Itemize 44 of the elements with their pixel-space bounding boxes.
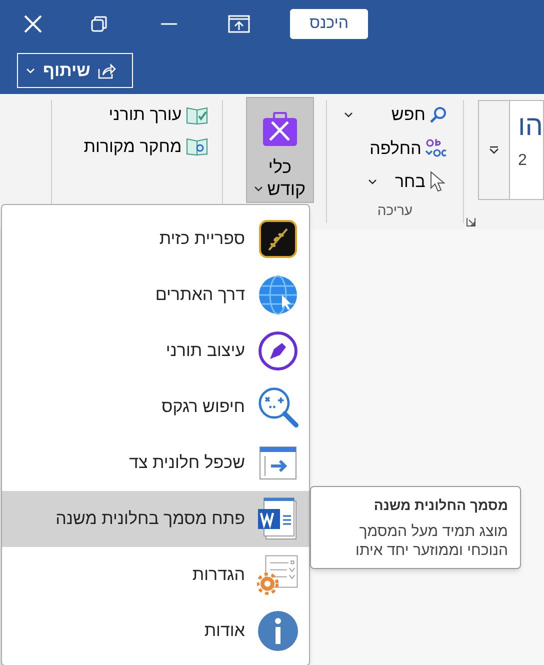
dialog-launcher-icon[interactable] (466, 217, 476, 227)
search-icon (257, 385, 299, 429)
toolbox-icon (262, 112, 298, 148)
book-icon (186, 136, 208, 156)
pen-nib-icon (258, 331, 298, 371)
menu-item[interactable]: ספריית כזית (2, 211, 309, 267)
close-icon[interactable] (22, 12, 44, 34)
menu-item[interactable]: עיצוב תורני (2, 323, 309, 379)
ribbon-command[interactable]: מחקר מקורות (84, 134, 182, 159)
chevron-down-icon (26, 68, 35, 74)
tooltip-text: מוצג תמיד מעל המסמך הנוכחי וממוזער יחד איתו (354, 522, 508, 560)
style-number: 2 (518, 151, 528, 171)
menu-item[interactable]: הגדרות (2, 547, 309, 603)
share-button[interactable]: שיתוף (17, 53, 133, 88)
menu-item[interactable]: שכפל חלונית צד (2, 435, 309, 491)
group-label: עריכה (377, 201, 413, 220)
menu-item[interactable]: דרך האתרים (2, 267, 309, 323)
style-sample[interactable]: הו (518, 109, 543, 143)
ribbon-command[interactable]: עורך תורני (108, 102, 182, 128)
globe-icon (258, 275, 298, 315)
book-icon (186, 104, 208, 125)
more-icon (488, 146, 499, 154)
menu-item[interactable]: פתח מסמך בחלונית משנה (2, 491, 309, 547)
chevron-down-icon (368, 178, 377, 185)
tooltip-title: מסמך החלונית משנה (372, 496, 508, 515)
ribbon-command[interactable]: חפש (391, 102, 426, 128)
sign-in-button[interactable]: היכנס (290, 8, 368, 38)
menu-item[interactable]: חיפוש רגקס (2, 379, 309, 435)
chevron-down-icon (254, 186, 264, 192)
cursor-icon (429, 170, 448, 193)
menu-item[interactable]: אודות (2, 603, 309, 659)
chevron-down-icon (344, 112, 354, 118)
search-icon (429, 106, 448, 124)
holy-tools-button[interactable]: כלי קודש (246, 97, 314, 203)
replace-icon (425, 137, 448, 160)
ribbon-command[interactable]: בחר (394, 169, 426, 194)
minimize-icon[interactable] (160, 22, 178, 26)
info-icon (257, 610, 299, 652)
word-document-icon (258, 497, 298, 541)
restore-icon[interactable] (90, 14, 108, 32)
share-icon (98, 62, 116, 78)
side-pane-icon (259, 446, 297, 480)
ribbon-command[interactable]: החלפה (370, 136, 422, 161)
ribbon-display-icon[interactable] (228, 14, 250, 32)
